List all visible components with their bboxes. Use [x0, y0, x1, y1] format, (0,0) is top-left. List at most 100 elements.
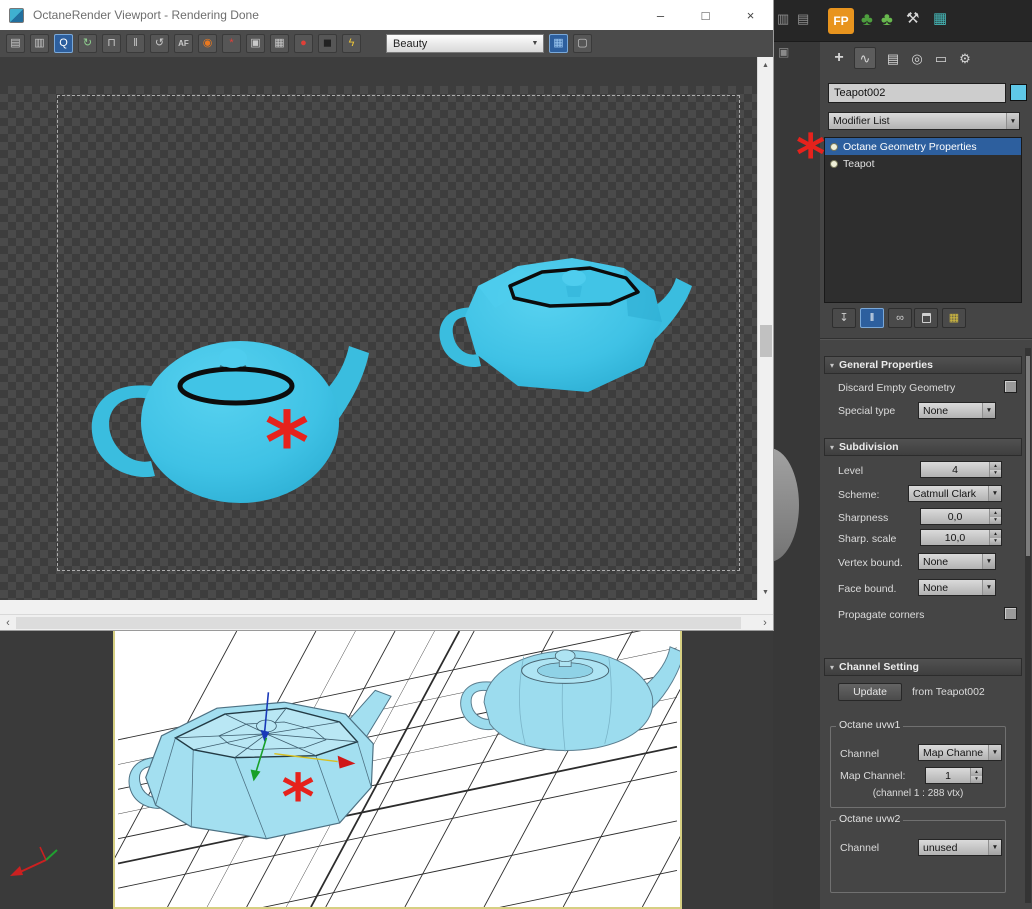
vertex-bound-dropdown[interactable]: None ▼: [918, 553, 996, 570]
spin-down-icon[interactable]: ▾: [990, 516, 1001, 524]
special-type-value: None: [923, 404, 949, 417]
close-button[interactable]: ×: [728, 0, 773, 30]
panel-scroll-thumb[interactable]: [1026, 356, 1030, 556]
rollout-general-properties[interactable]: ▾ General Properties: [824, 356, 1022, 374]
tab-display[interactable]: ▭: [930, 47, 952, 69]
spin-up-icon[interactable]: ▴: [990, 530, 1001, 538]
camera-record-icon[interactable]: ●: [294, 34, 313, 53]
modifier-enabled-icon[interactable]: [830, 159, 838, 168]
vertical-scroll-thumb[interactable]: [760, 325, 772, 357]
perspective-viewport[interactable]: *: [113, 630, 682, 909]
kernel-icon[interactable]: ϟ: [342, 34, 361, 53]
chevron-down-icon: ▼: [982, 554, 995, 569]
configure-modifier-sets-button[interactable]: ▦: [942, 308, 966, 328]
tab-modify[interactable]: ∿: [854, 47, 876, 69]
tab-hierarchy[interactable]: ▤: [882, 47, 904, 69]
minimize-button[interactable]: –: [638, 0, 683, 30]
tab-motion[interactable]: ◎: [906, 47, 928, 69]
spin-up-icon[interactable]: ▴: [971, 768, 982, 776]
scheme-dropdown[interactable]: Catmull Clark ▼: [908, 485, 1002, 502]
rollout-channel-setting[interactable]: ▾ Channel Setting: [824, 658, 1022, 676]
display-settings-icon[interactable]: ▣: [246, 34, 265, 53]
lock-icon[interactable]: ⊓: [102, 34, 121, 53]
object-name-field[interactable]: Teapot002: [828, 83, 1006, 103]
lock-viewport-icon[interactable]: Q: [54, 34, 73, 53]
chevron-down-icon: ▼: [982, 403, 995, 418]
restart-render-icon[interactable]: ↺: [150, 34, 169, 53]
render-statistics-icon[interactable]: ▦: [549, 34, 568, 53]
octane-uvw2-group: [830, 820, 1006, 893]
scroll-up-icon[interactable]: ▲: [758, 57, 773, 73]
maximize-button[interactable]: □: [683, 0, 728, 30]
special-type-dropdown[interactable]: None ▼: [918, 402, 996, 419]
make-unique-button[interactable]: ∞: [888, 308, 912, 328]
autofocus-icon[interactable]: AF: [174, 34, 193, 53]
teapot-smooth-viewport: [460, 646, 680, 752]
face-bound-value: None: [923, 581, 949, 594]
film-settings-icon[interactable]: ▦: [270, 34, 289, 53]
propagate-corners-checkbox[interactable]: [1004, 607, 1017, 620]
sharp-scale-spinner[interactable]: 10,0 ▴ ▾: [920, 529, 1002, 546]
tab-utilities[interactable]: ⚙: [954, 47, 976, 69]
scroll-right-icon[interactable]: ›: [757, 615, 773, 630]
rollout-arrow-icon: ▾: [830, 442, 835, 452]
partial-toolbar-icon-a[interactable]: ▥: [777, 12, 789, 25]
horizontal-scroll-thumb[interactable]: [16, 617, 741, 629]
discard-empty-geometry-checkbox[interactable]: [1004, 380, 1017, 393]
material-preview-icon[interactable]: ▢: [573, 34, 592, 53]
spin-down-icon[interactable]: ▾: [971, 775, 982, 783]
vertex-bound-label: Vertex bound.: [838, 557, 903, 569]
uvw2-channel-dropdown[interactable]: unused ▼: [918, 839, 1002, 856]
panel-scrollbar[interactable]: [1025, 348, 1031, 903]
update-button[interactable]: Update: [838, 683, 902, 701]
viewport-canvas: *: [115, 631, 680, 907]
layer-grid-icon[interactable]: ▦: [933, 11, 947, 26]
spin-down-icon[interactable]: ▾: [990, 537, 1001, 545]
remove-modifier-button[interactable]: [914, 308, 938, 328]
tools-icon[interactable]: ⚒: [906, 11, 919, 26]
uvw1-channel-dropdown[interactable]: Map Channe ▼: [918, 744, 1002, 761]
render-pass-select[interactable]: Beauty ▼: [386, 34, 544, 53]
tab-create[interactable]: +: [828, 47, 850, 69]
render-horizontal-scrollbar[interactable]: ‹ ›: [0, 614, 773, 630]
camera-settings-icon[interactable]: ◼: [318, 34, 337, 53]
spin-up-icon[interactable]: ▴: [990, 509, 1001, 517]
stack-item-octane-geometry[interactable]: Octane Geometry Properties: [825, 138, 1021, 155]
rollout-subdivision[interactable]: ▾ Subdivision: [824, 438, 1022, 456]
modifier-enabled-icon[interactable]: [830, 142, 838, 151]
map-channel-spinner[interactable]: 1 ▴ ▾: [925, 767, 983, 784]
object-color-swatch[interactable]: [1010, 84, 1027, 101]
channel-info-text: (channel 1 : 288 vtx): [872, 788, 964, 799]
pin-stack-button[interactable]: ↧: [832, 308, 856, 328]
level-spinner[interactable]: 4 ▴ ▾: [920, 461, 1002, 478]
scroll-left-icon[interactable]: ‹: [0, 615, 16, 630]
face-bound-dropdown[interactable]: None ▼: [918, 579, 996, 596]
save-render-icon[interactable]: ▤: [6, 34, 25, 53]
refresh-render-icon[interactable]: ↻: [78, 34, 97, 53]
map-channel-label: Map Channel:: [840, 770, 906, 782]
copy-to-clipboard-icon[interactable]: ▥: [30, 34, 49, 53]
propagate-corners-label: Propagate corners: [838, 609, 925, 621]
spin-down-icon[interactable]: ▾: [990, 469, 1001, 477]
stack-item-label: Teapot: [843, 157, 875, 170]
scheme-label: Scheme:: [838, 489, 880, 501]
render-region-marquee: [57, 95, 740, 571]
render-region-icon[interactable]: ◉: [198, 34, 217, 53]
scroll-down-icon[interactable]: ▼: [758, 584, 773, 600]
spin-up-icon[interactable]: ▴: [990, 462, 1001, 470]
sampler-settings-icon[interactable]: *: [222, 34, 241, 53]
partial-toolbar-icon-c[interactable]: ▣: [778, 46, 789, 58]
pause-render-icon[interactable]: ‖: [126, 34, 145, 53]
partial-toolbar-icon-b[interactable]: ▤: [797, 12, 809, 25]
rollout-arrow-icon: ▾: [830, 662, 835, 672]
foliage-icon[interactable]: ♣: [861, 10, 873, 28]
modifier-list-label: Modifier List: [833, 115, 890, 127]
fp-button[interactable]: FP: [828, 8, 854, 34]
render-vertical-scrollbar[interactable]: ▲ ▼: [757, 57, 773, 600]
sharpness-spinner[interactable]: 0,0 ▴ ▾: [920, 508, 1002, 525]
render-canvas[interactable]: *: [0, 86, 757, 600]
show-end-result-button[interactable]: ‖: [860, 308, 884, 328]
plants-icon[interactable]: ♣: [881, 10, 893, 28]
modifier-list-dropdown[interactable]: Modifier List ▼: [828, 112, 1020, 130]
stack-item-teapot[interactable]: Teapot: [825, 155, 1021, 172]
